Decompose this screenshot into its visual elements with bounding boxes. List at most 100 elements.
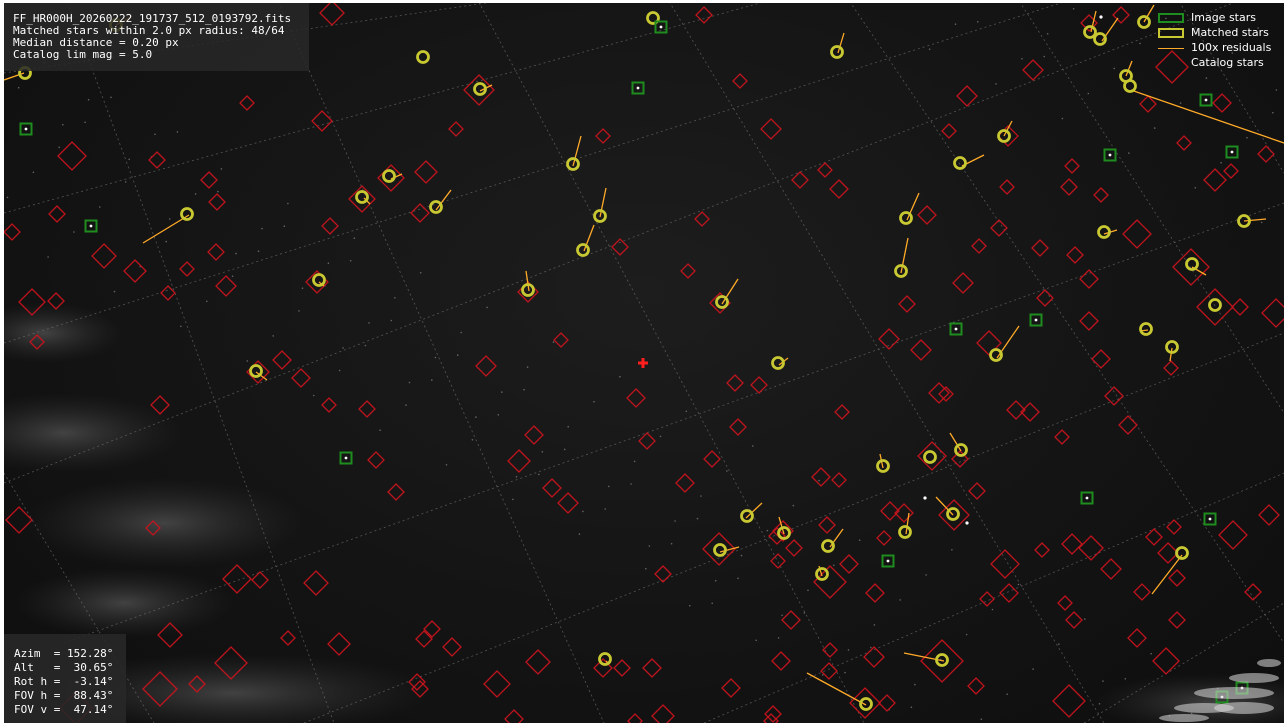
faint-star xyxy=(1084,618,1086,620)
faint-star xyxy=(751,445,754,447)
catalog-star-diamond xyxy=(200,171,218,189)
matched-star-ring xyxy=(830,45,844,59)
residual-line xyxy=(525,270,530,292)
pointing-info-panel: Azim = 152.28° Alt = 30.65° Rot h = -3.1… xyxy=(4,634,126,723)
faint-star xyxy=(62,123,64,126)
catalog-star-diamond xyxy=(1196,288,1234,326)
catalog-star-diamond xyxy=(1145,528,1163,546)
catalog-star-diamond xyxy=(1065,611,1083,629)
fov-h-text: FOV h = 88.43° xyxy=(14,689,114,702)
faint-star xyxy=(419,272,422,274)
catalog-star-diamond xyxy=(542,478,562,498)
faint-star xyxy=(582,510,584,513)
catalog-star-diamond xyxy=(291,368,311,388)
catalog-star-diamond xyxy=(849,687,881,719)
catalog-star-diamond xyxy=(1127,628,1147,648)
faint-star xyxy=(674,520,676,522)
faint-star xyxy=(541,451,544,453)
faint-star xyxy=(607,485,610,488)
catalog-star-diamond xyxy=(956,85,978,107)
catalog-star-diamond xyxy=(280,630,296,646)
catalog-star-diamond xyxy=(999,179,1015,195)
catalog-star-diamond xyxy=(414,160,438,184)
catalog-star-diamond xyxy=(1100,558,1122,580)
faint-star xyxy=(552,341,555,343)
image-star-dot xyxy=(1108,153,1112,157)
catalog-star-diamond xyxy=(91,243,117,269)
faint-star xyxy=(995,83,997,85)
catalog-star-diamond xyxy=(57,141,87,171)
image-star-dot xyxy=(886,559,890,563)
image-star-dot xyxy=(1230,150,1234,154)
legend-image-stars-label: Image stars xyxy=(1191,11,1256,24)
catalog-star-diamond xyxy=(525,649,551,675)
faint-star xyxy=(1260,221,1263,224)
image-star-dot xyxy=(659,25,663,29)
faint-star xyxy=(283,225,286,227)
faint-star xyxy=(648,545,651,547)
image-star-dot xyxy=(636,86,640,90)
catalog-star-diamond xyxy=(1022,59,1044,81)
faint-star xyxy=(99,206,101,208)
matched-star-ring xyxy=(898,525,912,539)
faint-star xyxy=(301,287,304,290)
catalog-star-diamond xyxy=(207,243,225,261)
catalog-star-diamond xyxy=(771,651,791,671)
faint-star xyxy=(523,388,525,391)
catalog-star-diamond xyxy=(475,355,497,377)
matched-star-ring xyxy=(180,207,194,221)
catalog-star-diamond xyxy=(1061,533,1083,555)
catalog-star-diamond xyxy=(1258,504,1280,526)
catalog-star-diamond xyxy=(410,203,430,223)
catalog-star-diamond xyxy=(627,713,643,723)
orange-line-icon xyxy=(1158,48,1184,49)
faint-star xyxy=(578,533,581,535)
matched-star-ring xyxy=(576,243,590,257)
faint-star xyxy=(6,196,9,199)
faint-star xyxy=(113,290,116,293)
legend-matched-stars: Matched stars xyxy=(1154,26,1280,40)
faint-star xyxy=(604,508,606,510)
matched-stars-text: Matched stars within 2.0 px radius: 48/6… xyxy=(13,24,285,37)
catalog-star-diamond xyxy=(1079,311,1099,331)
faint-star xyxy=(847,649,850,651)
faint-star xyxy=(1017,583,1020,586)
faint-star xyxy=(567,425,569,428)
faint-star xyxy=(526,366,529,368)
median-distance-text: Median distance = 0.20 px xyxy=(13,36,179,49)
faint-star xyxy=(364,344,367,347)
catalog-star-diamond xyxy=(1152,647,1180,675)
catalog-star-diamond xyxy=(675,473,695,493)
catalog-star-diamond xyxy=(791,171,809,189)
catalog-star-diamond xyxy=(999,583,1019,603)
matched-star-ring xyxy=(821,539,835,553)
catalog-star-diamond xyxy=(1257,145,1275,163)
horizon-light xyxy=(1229,673,1279,683)
catalog-star-diamond xyxy=(1079,269,1099,289)
faint-star xyxy=(670,542,673,545)
catalog-star-diamond xyxy=(1036,289,1054,307)
fov-v-text: FOV v = 47.14° xyxy=(14,703,114,716)
horizon-light xyxy=(1214,702,1274,714)
bright-star xyxy=(965,521,969,525)
matched-star-ring xyxy=(953,156,967,170)
residual-line xyxy=(721,278,739,305)
horizon-light xyxy=(1257,659,1281,667)
faint-star xyxy=(991,608,994,611)
catalog-star-diamond xyxy=(387,483,405,501)
residual-line xyxy=(935,496,954,516)
faint-star xyxy=(781,614,783,617)
grid-line xyxy=(63,202,1284,644)
star-field-viewport[interactable]: FF_HR000H_20260222_191737_512_0193792.fi… xyxy=(4,3,1284,723)
faint-star xyxy=(965,633,968,636)
faint-star xyxy=(1043,55,1045,58)
faint-star xyxy=(777,637,780,639)
faint-star xyxy=(1046,33,1049,35)
legend-residuals-label: 100x residuals xyxy=(1191,41,1272,54)
faint-star xyxy=(1153,127,1156,129)
faint-star xyxy=(925,574,927,576)
faint-star xyxy=(977,21,979,23)
faint-star xyxy=(766,529,769,532)
catalog-star-diamond xyxy=(1261,298,1284,328)
faint-star xyxy=(645,567,647,570)
